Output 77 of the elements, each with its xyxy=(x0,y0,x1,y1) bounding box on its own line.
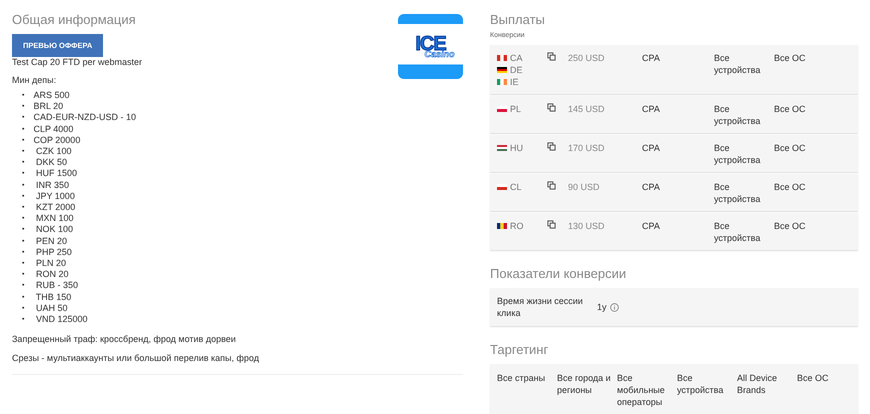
deposit-item: HUF 1500 xyxy=(34,168,77,180)
deposit-item: NOK 100 xyxy=(34,224,73,236)
targeting-cell-text: All Device Brands xyxy=(737,372,778,397)
payout-amount: 130 USD xyxy=(568,220,606,233)
payout-amount: 145 USD xyxy=(568,103,606,116)
country-code: PL xyxy=(510,103,522,115)
flag-icon xyxy=(497,67,507,73)
deposit-item: PHP 250 xyxy=(34,246,72,258)
targeting-cell-text: Все страны xyxy=(497,372,546,385)
deposit-item: VND 125000 xyxy=(34,314,88,326)
flag-icon xyxy=(497,223,507,229)
section-title: Таргетинг xyxy=(490,342,550,357)
payout-type: CPA xyxy=(642,220,661,233)
payout-type: CPA xyxy=(642,52,661,65)
deposit-item: DKK 50 xyxy=(34,157,67,168)
deposit-item: RUB - 350 xyxy=(34,280,78,292)
deposit-item: UAH 50 xyxy=(34,302,68,314)
payout-type: CPA xyxy=(642,142,661,155)
devices-cell-text: Все устройства xyxy=(714,52,761,77)
deposit-item: PLN 20 xyxy=(34,258,66,270)
flag-icon xyxy=(497,145,507,151)
payout-type: CPA xyxy=(642,103,661,116)
country-code: IE xyxy=(510,76,519,88)
deposit-item: CAD-EUR-NZD-USD - 10 xyxy=(33,112,136,124)
deposit-item: THB 150 xyxy=(34,292,72,303)
os-cell-text: Все ОС xyxy=(774,181,807,194)
payout-amount: 250 USD xyxy=(568,52,606,65)
deposit-item: ARS 500 xyxy=(33,90,70,102)
copy-icon[interactable] xyxy=(547,220,556,229)
os-cell-text: Все ОС xyxy=(774,52,807,65)
deposit-item: RON 20 xyxy=(34,269,68,280)
deposit-item: BRL 20 xyxy=(33,101,64,112)
country-code: CA xyxy=(510,52,523,64)
os-cell-text: Все ОС xyxy=(774,103,807,116)
payout-amount: 90 USD xyxy=(568,181,601,194)
flag-icon xyxy=(497,184,507,190)
devices-cell: Все устройства xyxy=(714,142,761,166)
deposit-item: COP 20000 xyxy=(33,134,80,146)
devices-cell: Все устройства xyxy=(714,220,761,244)
copy-icon[interactable] xyxy=(547,181,556,190)
forbidden-traffic-note: Запрещенный траф: кроссбренд, фрод мотив дорвеи xyxy=(12,334,237,344)
copy-icon[interactable] xyxy=(547,103,556,112)
info-icon[interactable] xyxy=(610,302,619,312)
deposit-item: CZK 100 xyxy=(34,146,72,158)
copy-icon[interactable] xyxy=(547,142,556,151)
targeting-cell-text: Все мобильные операторы xyxy=(617,372,666,408)
targeting-cell-text: Все города и регионы xyxy=(557,372,612,397)
metric-label: Время жизни сессии клика xyxy=(497,295,584,319)
flag-icon xyxy=(497,55,507,61)
deposit-item: CLP 4000 xyxy=(33,124,74,135)
deposit-item: JPY 1000 xyxy=(34,190,75,202)
deposit-item: PEN 20 xyxy=(34,236,67,247)
targeting-cell-text: Все ОС xyxy=(797,372,830,385)
deposit-item: INR 350 xyxy=(34,180,69,191)
section-title: Общая информация xyxy=(12,12,136,27)
section-title: Показатели конверсии xyxy=(490,266,628,281)
flag-icon xyxy=(497,79,507,85)
os-cell-text: Все ОС xyxy=(774,142,807,155)
metric-value: 1y xyxy=(597,301,607,313)
payout-amount: 170 USD xyxy=(568,142,606,155)
country-code: RO xyxy=(510,220,524,232)
deposit-item: KZT 2000 xyxy=(34,202,76,214)
os-cell-text: Все ОС xyxy=(774,220,807,233)
copy-icon[interactable] xyxy=(547,52,556,61)
targeting-cell-text: Все устройства xyxy=(677,372,724,397)
country-code: HU xyxy=(510,142,523,154)
cap-note: Test Cap 20 FTD per webmaster xyxy=(12,57,144,67)
flag-icon xyxy=(497,106,507,112)
section-title: Выплаты xyxy=(490,12,546,27)
country-code: CL xyxy=(510,181,522,193)
country-code: DE xyxy=(510,64,523,76)
cuts-note: Срезы - мультиаккаунты или большой перелив капы, фрод xyxy=(12,353,260,364)
devices-cell: Все устройства xyxy=(714,181,761,205)
payout-type: CPA xyxy=(642,181,661,194)
devices-cell: Все устройства xyxy=(714,103,761,127)
min-deposit-label: Мин депы: xyxy=(12,75,58,85)
deposit-item: MXN 100 xyxy=(34,213,74,224)
